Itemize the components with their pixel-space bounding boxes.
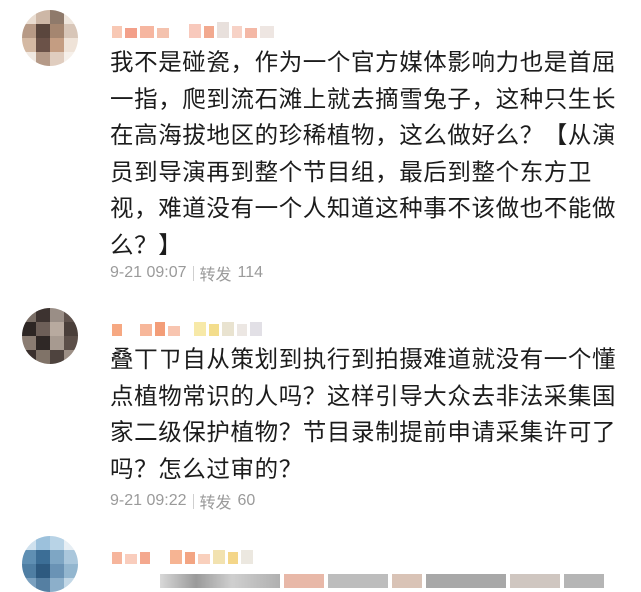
avatar[interactable]	[22, 536, 78, 592]
comment-text: 我不是碰瓷，作为一个官方媒体影响力也是首屈一指，爬到流石滩上就去摘雪兔子，这种只…	[110, 48, 617, 259]
divider	[192, 493, 194, 509]
username-mosaic[interactable]	[112, 314, 262, 336]
repost-count: 114	[237, 264, 264, 281]
username-mosaic[interactable]	[112, 16, 274, 38]
comment-time: 9-21 09:22	[110, 492, 187, 509]
divider	[192, 265, 194, 281]
repost-count: 60	[237, 492, 256, 509]
comment-meta: 9-21 09:07 转发 114	[110, 261, 263, 285]
avatar[interactable]	[22, 308, 78, 364]
comment-time: 9-21 09:07	[110, 264, 187, 281]
repost-label[interactable]: 转发	[200, 261, 232, 285]
repost-label[interactable]: 转发	[200, 489, 232, 513]
username-mosaic[interactable]	[112, 542, 253, 564]
comment-text: 叠丅ㄗ自从策划到执行到拍摄难道就没有一个懂点植物常识的人吗？这样引导大众去非法采…	[110, 345, 617, 483]
avatar[interactable]	[22, 10, 78, 66]
comment-meta: 9-21 09:22 转发 60	[110, 489, 255, 513]
comment-text-mosaic	[160, 574, 604, 588]
